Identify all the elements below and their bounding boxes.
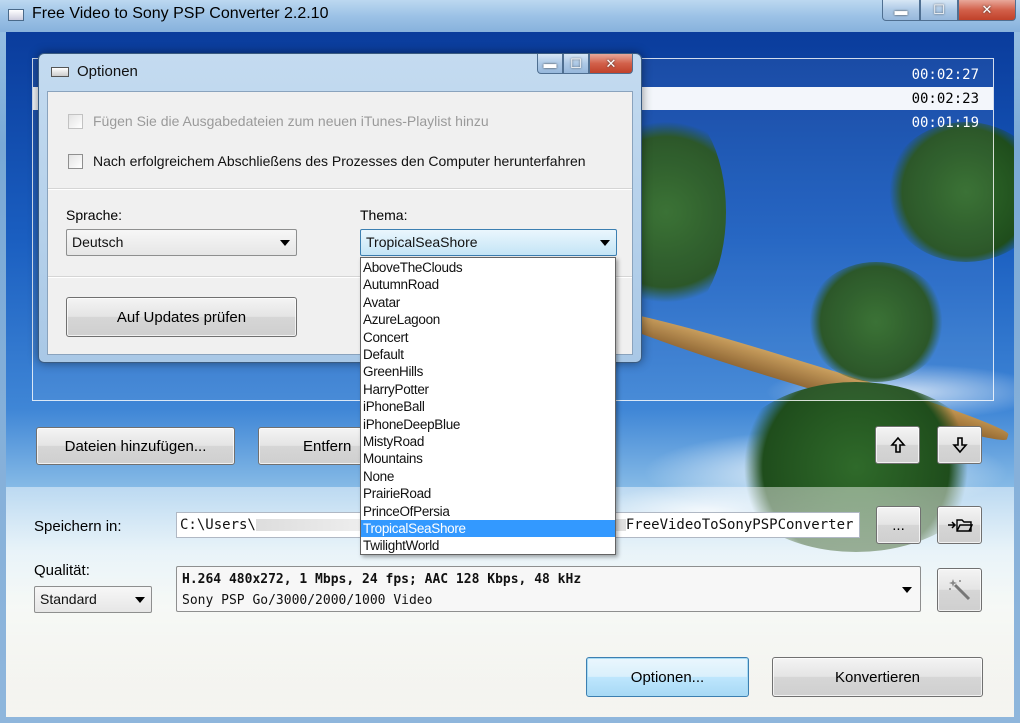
check-updates-button[interactable]: Auf Updates prüfen [66, 297, 297, 337]
quality-profile-device: Sony PSP Go/3000/2000/1000 Video [182, 593, 433, 608]
language-select[interactable]: Deutsch [66, 229, 297, 256]
theme-option[interactable]: iPhoneDeepBlue [361, 416, 615, 433]
theme-option[interactable]: iPhoneBall [361, 398, 615, 415]
dialog-close-button[interactable]: ✕ [589, 54, 633, 74]
quality-profile-select[interactable]: H.264 480x272, 1 Mbps, 24 fps; AAC 128 K… [176, 566, 921, 612]
open-folder-button[interactable] [937, 506, 982, 544]
theme-label: Thema: [360, 207, 408, 223]
chevron-down-icon [135, 596, 145, 603]
theme-option[interactable]: MistyRoad [361, 433, 615, 450]
save-in-label: Speichern in: [34, 518, 122, 535]
dialog-icon [51, 67, 69, 77]
theme-option[interactable]: PrinceOfPersia [361, 503, 615, 520]
dialog-minimize-button[interactable]: ▬ [537, 54, 563, 74]
caption-buttons: ▬ ☐ ✕ [882, 0, 1016, 21]
move-up-button[interactable] [875, 426, 920, 464]
quality-preset-select[interactable]: Standard [34, 586, 152, 613]
output-path-end: FreeVideoToSonyPSPConverter [625, 517, 854, 533]
shutdown-checkbox[interactable] [68, 153, 83, 169]
theme-option[interactable]: TwilightWorld [361, 537, 615, 554]
theme-option[interactable]: None [361, 468, 615, 485]
browse-button[interactable]: ... [876, 506, 921, 544]
move-down-button[interactable] [937, 426, 982, 464]
dialog-caption-buttons: ▬ ☐ ✕ [537, 54, 633, 74]
quality-wizard-button[interactable] [937, 568, 982, 612]
maximize-button[interactable]: ☐ [920, 0, 958, 21]
shutdown-checkbox-label: Nach erfolgreichem Abschließens des Proz… [93, 153, 586, 169]
remove-button[interactable]: Entfern [258, 427, 368, 465]
options-button[interactable]: Optionen... [586, 657, 749, 697]
dialog-title: Optionen [77, 63, 138, 80]
theme-option[interactable]: Concert [361, 329, 615, 346]
language-label: Sprache: [66, 207, 123, 223]
theme-option[interactable]: AboveTheClouds [361, 259, 615, 276]
app-icon [8, 9, 24, 21]
theme-value: TropicalSeaShore [366, 234, 478, 250]
chevron-down-icon [902, 587, 912, 593]
theme-option[interactable]: Default [361, 346, 615, 363]
convert-button[interactable]: Konvertieren [772, 657, 983, 697]
output-path-start: C:\Users\ [180, 517, 256, 533]
theme-option[interactable]: HarryPotter [361, 381, 615, 398]
theme-dropdown-list[interactable]: AboveTheClouds AutumnRoad Avatar AzureLagoo… [360, 257, 616, 555]
open-folder-icon [947, 519, 973, 532]
magic-wand-icon [948, 579, 970, 601]
itunes-checkbox [68, 113, 83, 129]
theme-option[interactable]: PrairieRoad [361, 485, 615, 502]
file-duration: 00:01:19 [911, 115, 979, 131]
shutdown-checkbox-row[interactable]: Nach erfolgreichem Abschließens des Proz… [68, 153, 586, 169]
itunes-checkbox-label: Fügen Sie die Ausgabedateien zum neuen i… [93, 113, 489, 129]
theme-option[interactable]: Avatar [361, 294, 615, 311]
title-bar[interactable]: Free Video to Sony PSP Converter 2.2.10 … [0, 0, 1020, 32]
dialog-maximize-button[interactable]: ☐ [563, 54, 589, 74]
window-title: Free Video to Sony PSP Converter 2.2.10 [32, 5, 329, 22]
theme-select[interactable]: TropicalSeaShore [360, 229, 617, 256]
file-duration: 00:02:23 [911, 91, 979, 107]
theme-option[interactable]: GreenHills [361, 363, 615, 380]
language-value: Deutsch [72, 234, 124, 250]
chevron-down-icon [600, 239, 610, 246]
theme-option-selected[interactable]: TropicalSeaShore [361, 520, 615, 538]
file-duration: 00:02:27 [911, 67, 979, 83]
theme-option[interactable]: AutumnRoad [361, 276, 615, 293]
chevron-down-icon [280, 239, 290, 246]
dialog-separator [48, 188, 632, 190]
theme-option[interactable]: Mountains [361, 450, 615, 467]
minimize-button[interactable]: ▬ [882, 0, 920, 21]
add-files-button[interactable]: Dateien hinzufügen... [36, 427, 235, 465]
quality-label: Qualität: [34, 562, 90, 579]
quality-preset-value: Standard [40, 591, 97, 607]
close-button[interactable]: ✕ [958, 0, 1016, 21]
arrow-down-icon [951, 437, 968, 454]
theme-option[interactable]: AzureLagoon [361, 311, 615, 328]
itunes-checkbox-row: Fügen Sie die Ausgabedateien zum neuen i… [68, 113, 489, 129]
arrow-up-icon [889, 436, 906, 453]
quality-profile-specs: H.264 480x272, 1 Mbps, 24 fps; AAC 128 K… [182, 572, 582, 587]
